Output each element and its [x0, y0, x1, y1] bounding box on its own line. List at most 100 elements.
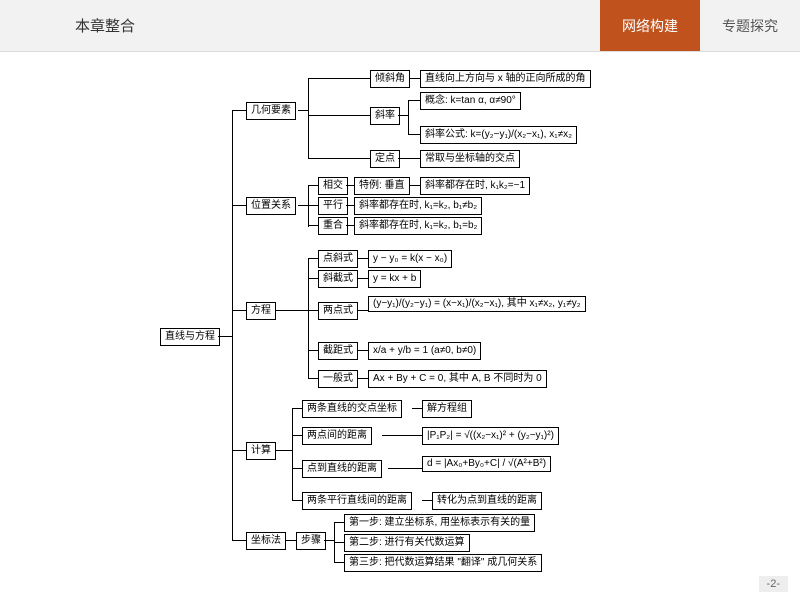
node-point-slope: 点斜式: [318, 250, 358, 268]
connector: [308, 310, 318, 311]
connector: [292, 435, 302, 436]
connector: [408, 100, 409, 135]
node-intercept-eq: x/a + y/b = 1 (a≠0, b≠0): [368, 342, 481, 360]
connector: [308, 205, 318, 206]
node-parallel-dist-method: 转化为点到直线的距离: [432, 492, 542, 510]
node-step3: 第三步: 把代数运算结果 "翻译" 成几何关系: [344, 554, 542, 572]
connector: [308, 278, 318, 279]
node-geometry: 几何要素: [246, 102, 296, 120]
node-fixed-def: 常取与坐标轴的交点: [420, 150, 520, 168]
connector: [358, 258, 368, 259]
node-step1: 第一步: 建立坐标系, 用坐标表示有关的量: [344, 514, 535, 532]
connector: [232, 110, 233, 540]
tab-topic[interactable]: 专题探究: [700, 0, 800, 51]
connector: [408, 134, 420, 135]
connector: [308, 185, 309, 227]
connector: [286, 540, 296, 541]
connector: [292, 408, 302, 409]
node-steps: 步骤: [296, 532, 326, 550]
node-solve-system: 解方程组: [422, 400, 472, 418]
connector: [408, 100, 420, 101]
node-position: 位置关系: [246, 197, 296, 215]
connector: [232, 450, 246, 451]
connector: [358, 378, 368, 379]
connector: [308, 378, 318, 379]
connector: [388, 468, 422, 469]
connector: [308, 78, 370, 79]
node-point-slope-eq: y − y₀ = k(x − x₀): [368, 250, 452, 268]
node-parallel: 平行: [318, 197, 348, 215]
connector: [346, 205, 354, 206]
header-bar: 本章整合 网络构建 专题探究: [0, 0, 800, 52]
connector: [276, 310, 308, 311]
node-two-point-dist: 两点间的距离: [302, 427, 372, 445]
connector: [398, 115, 408, 116]
connector: [232, 540, 246, 541]
connector: [324, 540, 334, 541]
connector: [308, 258, 318, 259]
connector: [412, 408, 422, 409]
node-two-point-eq: (y−y₁)/(y₂−y₁) = (x−x₁)/(x₂−x₁), 其中 x₁≠x…: [368, 296, 586, 312]
connector: [232, 110, 246, 111]
connector: [398, 158, 420, 159]
spacer: [210, 0, 600, 51]
node-equation: 方程: [246, 302, 276, 320]
node-general-form: 一般式: [318, 370, 358, 388]
node-pl-dist-formula: d = |Ax₀+By₀+C| / √(A²+B²): [422, 456, 551, 472]
node-perp-cond: 斜率都存在时, k₁k₂=−1: [420, 177, 530, 195]
connector: [232, 310, 246, 311]
connector: [292, 500, 302, 501]
connector: [292, 408, 293, 500]
connector: [422, 500, 432, 501]
node-two-point: 两点式: [318, 302, 358, 320]
connector: [232, 205, 246, 206]
node-incline: 倾斜角: [370, 70, 410, 88]
node-slope-concept: 概念: k=tan α, α≠90°: [420, 92, 521, 110]
page-number: -2-: [759, 576, 788, 592]
node-parallel-dist: 两条平行直线间的距离: [302, 492, 412, 510]
connector: [358, 350, 368, 351]
connector: [292, 468, 302, 469]
connector: [218, 336, 232, 337]
connector: [308, 185, 318, 186]
connector: [358, 278, 368, 279]
node-coincide: 重合: [318, 217, 348, 235]
connector: [382, 435, 422, 436]
node-dist-formula: |P₁P₂| = √((x₂−x₁)² + (y₂−y₁)²): [422, 427, 559, 445]
node-slope-intercept-eq: y = kx + b: [368, 270, 421, 288]
node-incline-def: 直线向上方向与 x 轴的正向所成的角: [420, 70, 591, 88]
concept-diagram: 直线与方程 几何要素 倾斜角 直线向上方向与 x 轴的正向所成的角 斜率 概念:…: [160, 60, 760, 580]
node-fixed-point: 定点: [370, 150, 400, 168]
node-intersect: 相交: [318, 177, 348, 195]
connector: [410, 78, 420, 79]
connector: [308, 158, 370, 159]
connector: [308, 78, 309, 158]
connector: [308, 350, 318, 351]
node-perpendicular: 特例: 垂直: [354, 177, 410, 195]
connector: [346, 185, 354, 186]
connector: [298, 110, 308, 111]
connector: [308, 115, 370, 116]
page-title: 本章整合: [0, 0, 210, 51]
node-parallel-cond: 斜率都存在时, k₁=k₂, b₁≠b₂: [354, 197, 482, 215]
connector: [308, 225, 318, 226]
node-step2: 第二步: 进行有关代数运算: [344, 534, 470, 552]
tab-network[interactable]: 网络构建: [600, 0, 700, 51]
root-node: 直线与方程: [160, 328, 220, 346]
node-point-line-dist: 点到直线的距离: [302, 460, 382, 478]
node-coincide-cond: 斜率都存在时, k₁=k₂, b₁=b₂: [354, 217, 482, 235]
connector: [358, 310, 368, 311]
connector: [334, 562, 344, 563]
node-coord-method: 坐标法: [246, 532, 286, 550]
node-compute: 计算: [246, 442, 276, 460]
connector: [276, 450, 292, 451]
connector: [334, 522, 344, 523]
node-slope: 斜率: [370, 107, 400, 125]
node-intersection-pt: 两条直线的交点坐标: [302, 400, 402, 418]
connector: [308, 258, 309, 378]
node-slope-intercept: 斜截式: [318, 270, 358, 288]
connector: [298, 205, 308, 206]
node-general-eq: Ax + By + C = 0, 其中 A, B 不同时为 0: [368, 370, 547, 388]
connector: [334, 542, 344, 543]
connector: [410, 185, 420, 186]
